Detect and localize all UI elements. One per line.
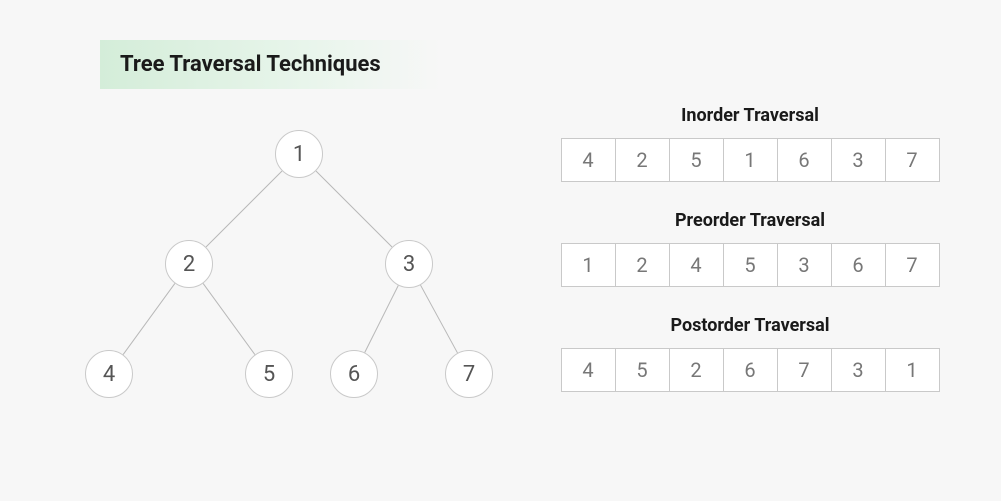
tree-node: 1: [275, 130, 323, 178]
traversal-cell: 5: [615, 348, 670, 392]
page-title: Tree Traversal Techniques: [120, 52, 381, 77]
traversal-cell: 7: [885, 243, 940, 287]
traversal-list: Inorder Traversal4251637Preorder Travers…: [540, 105, 960, 420]
traversal-cell: 2: [615, 138, 670, 182]
traversal-cell: 3: [831, 138, 886, 182]
traversal-title: Preorder Traversal: [540, 210, 960, 231]
traversal-cell: 6: [723, 348, 778, 392]
traversal-cell: 3: [831, 348, 886, 392]
traversal-cell: 1: [561, 243, 616, 287]
traversal-cell: 1: [885, 348, 940, 392]
tree-node: 2: [165, 240, 213, 288]
tree-node: 4: [85, 350, 133, 398]
traversal-title: Postorder Traversal: [540, 315, 960, 336]
traversal-cells: 1245367: [540, 243, 960, 287]
traversal-cell: 7: [777, 348, 832, 392]
traversal-cell: 5: [723, 243, 778, 287]
traversal-cell: 4: [561, 348, 616, 392]
traversal-cell: 4: [561, 138, 616, 182]
traversal-block: Preorder Traversal 1245367: [540, 210, 960, 287]
traversal-cell: 6: [777, 138, 832, 182]
traversal-cell: 2: [669, 348, 724, 392]
traversal-block: Inorder Traversal 4251637: [540, 105, 960, 182]
page-title-box: Tree Traversal Techniques: [100, 40, 441, 89]
traversal-cell: 7: [885, 138, 940, 182]
tree-node: 6: [330, 350, 378, 398]
traversal-cell: 3: [777, 243, 832, 287]
traversal-cell: 4: [669, 243, 724, 287]
traversal-cell: 2: [615, 243, 670, 287]
tree-node: 7: [445, 350, 493, 398]
traversal-cell: 5: [669, 138, 724, 182]
traversal-block: Postorder Traversal 4526731: [540, 315, 960, 392]
traversal-cells: 4526731: [540, 348, 960, 392]
tree-node: 3: [385, 240, 433, 288]
traversal-cell: 6: [831, 243, 886, 287]
tree-node: 5: [245, 350, 293, 398]
tree-diagram: 1 2 3 4 56 7: [55, 130, 495, 440]
traversal-cell: 1: [723, 138, 778, 182]
traversal-title: Inorder Traversal: [540, 105, 960, 126]
traversal-cells: 4251637: [540, 138, 960, 182]
